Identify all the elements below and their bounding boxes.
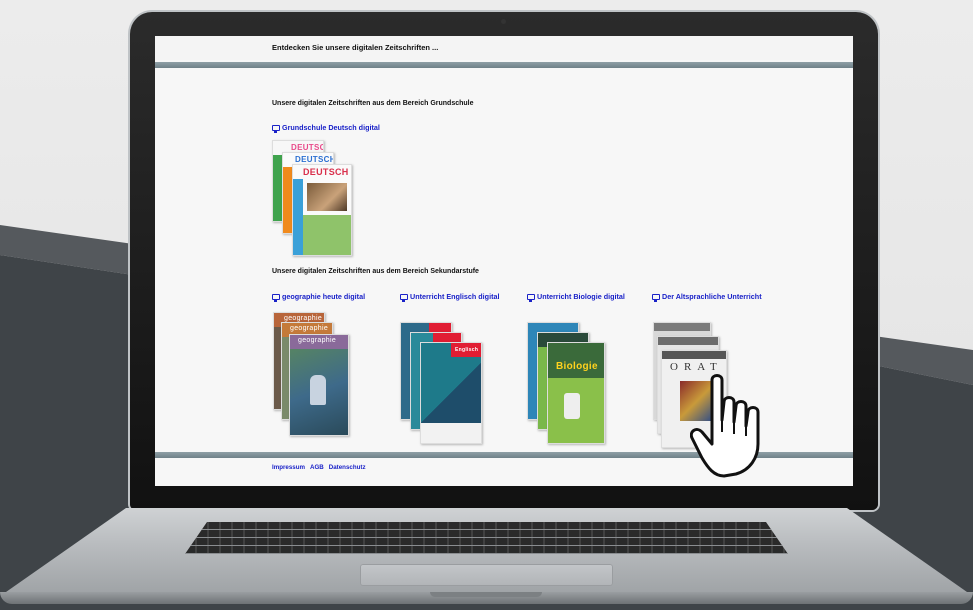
cover-stack-geographie[interactable]: geographie geographie geographie xyxy=(273,312,363,442)
cover-title: geographie xyxy=(290,325,329,332)
link-label: Grundschule Deutsch digital xyxy=(282,123,380,132)
camera-icon xyxy=(501,19,506,24)
cover-front: DEUTSCH xyxy=(292,164,352,256)
link-label: geographie heute digital xyxy=(282,292,366,301)
keyboard-rows xyxy=(185,522,788,554)
cover-stack-englisch[interactable]: Englisch xyxy=(400,322,490,452)
cover-title: geographie xyxy=(284,315,323,322)
footer-link-agb[interactable]: AGB xyxy=(310,464,324,471)
cover-title: Biologie xyxy=(556,361,598,372)
cover-front: geographie xyxy=(289,334,349,436)
link-label: Unterricht Biologie digital xyxy=(537,292,625,301)
page-title: Entdecken Sie unsere digitalen Zeitschri… xyxy=(272,43,439,52)
link-unterricht-biologie[interactable]: Unterricht Biologie digital xyxy=(527,292,637,302)
top-bar: Entdecken Sie unsere digitalen Zeitschri… xyxy=(155,36,853,60)
link-label: Der Altsprachliche Unterricht xyxy=(662,292,762,301)
section-heading-grundschule: Unsere digitalen Zeitschriften aus dem B… xyxy=(272,100,474,107)
cover-title: DEUTSCH xyxy=(291,143,323,152)
monitor-icon xyxy=(272,294,280,302)
cover-title: geographie xyxy=(298,337,337,344)
cover-front: Biologie xyxy=(547,342,605,444)
cover-front: Englisch xyxy=(420,342,482,444)
cover-stack-grundschule-deutsch[interactable]: DEUTSCH DEUTSCH DEUTSCH xyxy=(272,140,362,260)
link-unterricht-englisch[interactable]: Unterricht Englisch digital xyxy=(400,292,510,302)
hand-pointer-icon xyxy=(690,374,760,478)
footer-link-datenschutz[interactable]: Datenschutz xyxy=(329,464,366,471)
monitor-icon xyxy=(400,294,408,302)
cover-title: DEUTSCH xyxy=(303,167,349,177)
monitor-icon xyxy=(272,125,280,133)
link-label: Unterricht Englisch digital xyxy=(410,292,500,301)
cover-title: Englisch xyxy=(455,347,479,353)
section-heading-sekundarstufe: Unsere digitalen Zeitschriften aus dem B… xyxy=(272,268,479,275)
link-geographie-heute[interactable]: geographie heute digital xyxy=(272,292,392,302)
laptop-base xyxy=(0,508,973,610)
footer-link-impressum[interactable]: Impressum xyxy=(272,464,305,471)
cover-stack-biologie[interactable]: Biologie xyxy=(527,322,617,452)
lid-notch xyxy=(430,592,542,597)
monitor-icon xyxy=(527,294,535,302)
header-divider xyxy=(155,62,853,68)
link-grundschule-deutsch[interactable]: Grundschule Deutsch digital xyxy=(272,123,380,133)
monitor-icon xyxy=(652,294,660,302)
cover-title: DEUTSCH xyxy=(295,155,334,164)
footer-links: Impressum AGB Datenschutz xyxy=(272,464,366,471)
trackpad xyxy=(360,564,613,586)
link-altsprachliche-unterricht[interactable]: Der Altsprachliche Unterricht xyxy=(652,292,822,302)
